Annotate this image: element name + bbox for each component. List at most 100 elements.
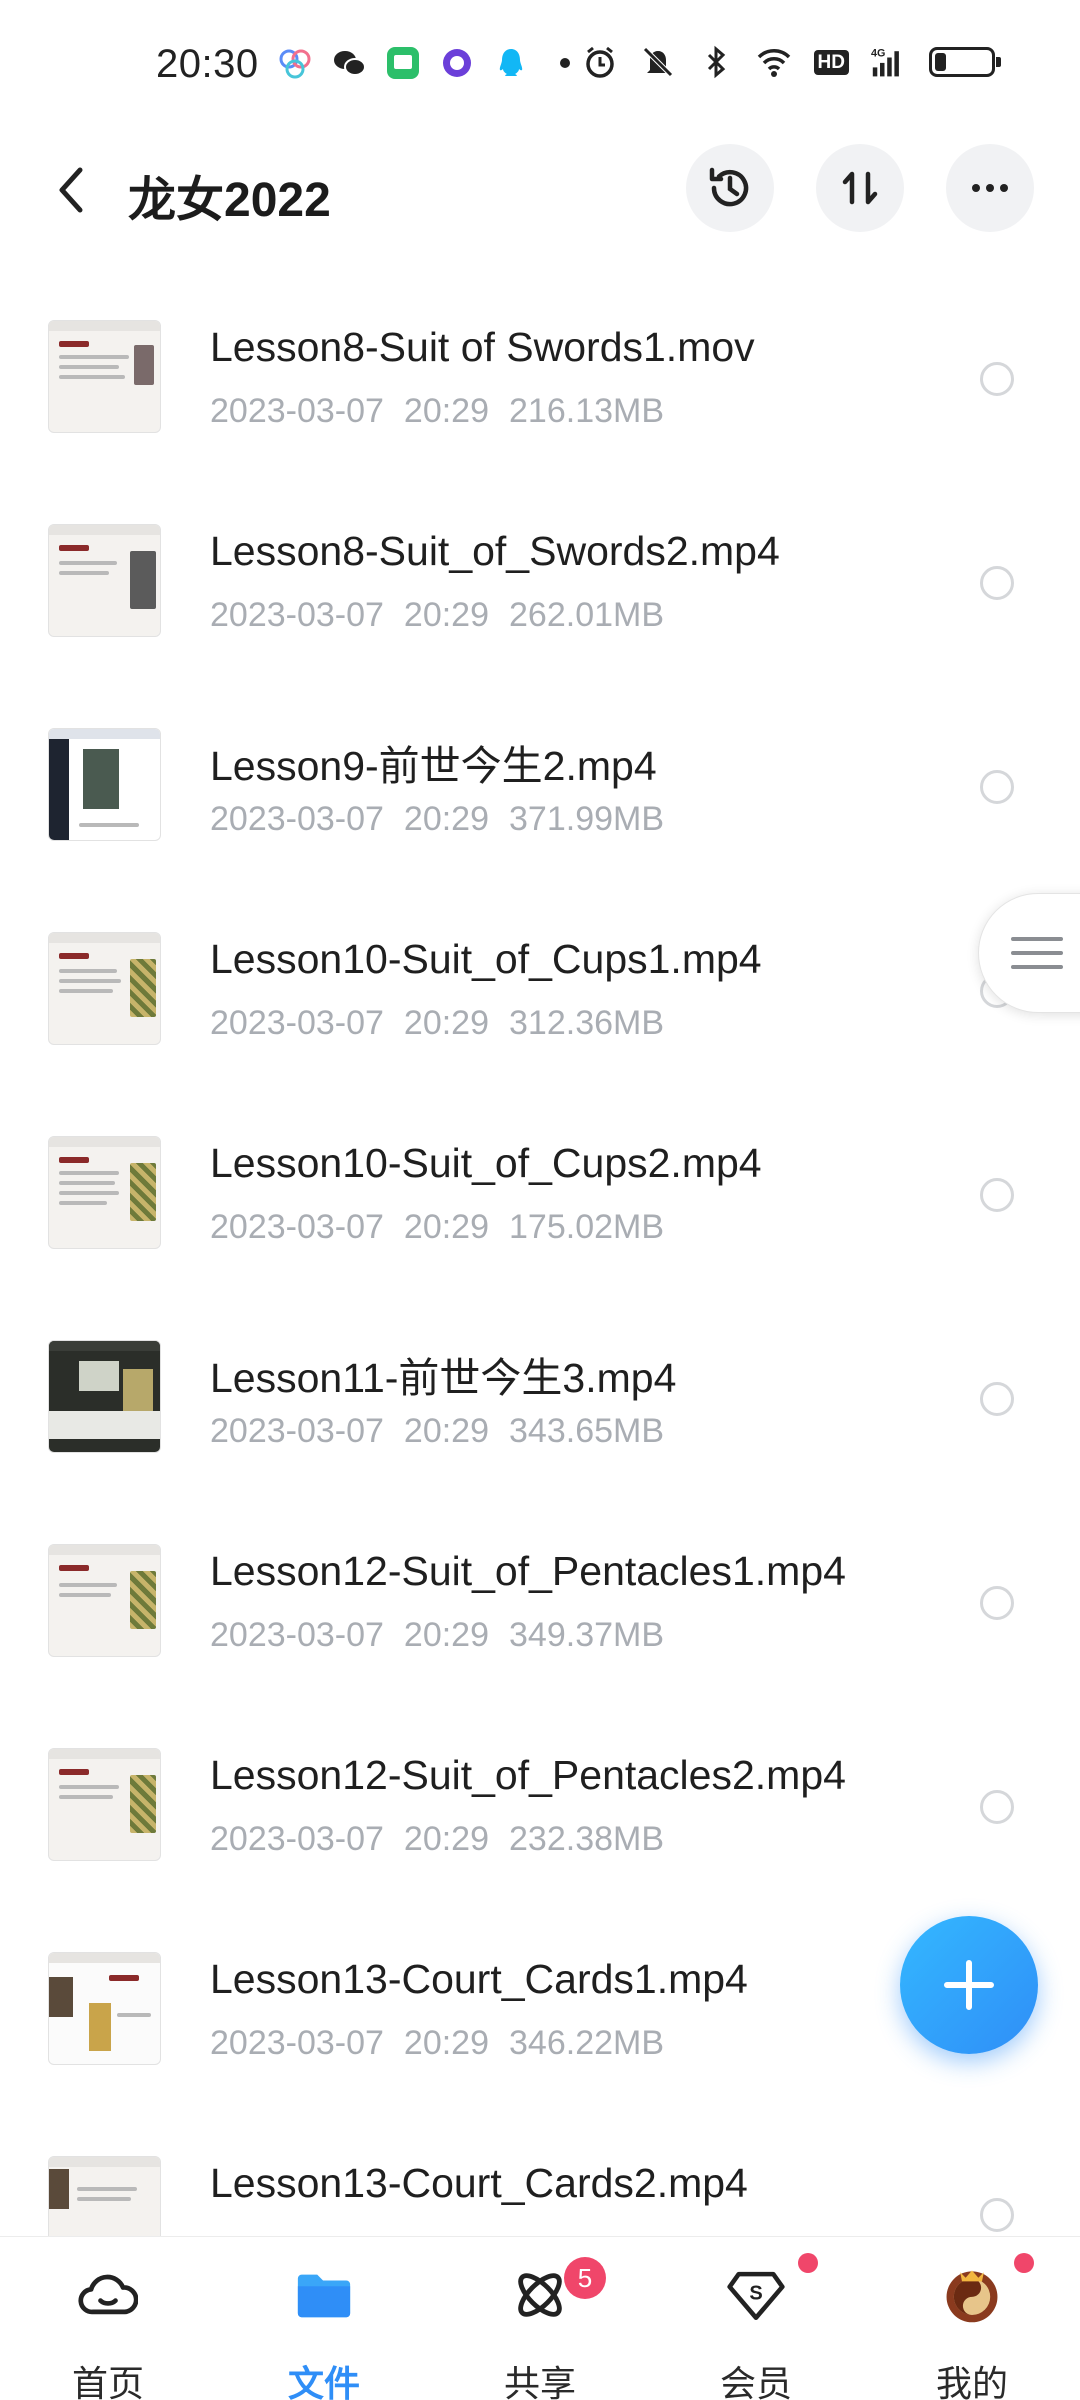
file-size: 262.01MB bbox=[509, 596, 665, 634]
file-row[interactable]: Lesson11-前世今生3.mp4 2023-03-07 20:29 343.65… bbox=[0, 1320, 1080, 1524]
add-button[interactable] bbox=[900, 1916, 1038, 2054]
file-date: 2023-03-07 bbox=[210, 1616, 384, 1654]
select-checkbox[interactable] bbox=[980, 770, 1014, 804]
folder-icon bbox=[294, 2265, 354, 2325]
file-name: Lesson13-Court_Cards1.mp4 bbox=[210, 1956, 748, 2002]
video-thumbnail bbox=[48, 932, 161, 1045]
select-checkbox[interactable] bbox=[980, 1178, 1014, 1212]
back-icon bbox=[59, 167, 83, 213]
file-meta: 2023-03-07 20:29 216.13MB bbox=[210, 392, 684, 431]
sort-button[interactable] bbox=[816, 144, 904, 232]
select-checkbox[interactable] bbox=[980, 1586, 1014, 1620]
video-thumbnail bbox=[48, 1340, 161, 1453]
select-checkbox[interactable] bbox=[980, 1382, 1014, 1416]
file-date: 2023-03-07 bbox=[210, 596, 384, 634]
notification-dot bbox=[798, 2253, 818, 2273]
video-thumbnail bbox=[48, 1952, 161, 2065]
select-checkbox[interactable] bbox=[980, 1790, 1014, 1824]
file-meta: 2023-03-07 20:29 343.65MB bbox=[210, 1412, 684, 1451]
avatar-icon bbox=[942, 2265, 1002, 2325]
file-date: 2023-03-07 bbox=[210, 1412, 384, 1450]
svg-text:4G: 4G bbox=[871, 48, 885, 60]
nav-item-home[interactable]: 首页 bbox=[0, 2237, 216, 2400]
app-notification-icon bbox=[279, 49, 311, 79]
file-meta: 2023-03-07 20:29 312.36MB bbox=[210, 1004, 684, 1043]
file-meta: 2023-03-07 20:29 175.02MB bbox=[210, 1208, 684, 1247]
file-meta: 2023-03-07 20:29 346.22MB bbox=[210, 2024, 684, 2063]
nav-label: 会员 bbox=[719, 2363, 792, 2400]
nav-label: 首页 bbox=[71, 2363, 144, 2400]
dot-icon bbox=[560, 58, 570, 68]
notification-dot bbox=[1014, 2253, 1034, 2273]
more-button[interactable] bbox=[946, 144, 1034, 232]
file-time: 20:29 bbox=[403, 1616, 490, 1654]
battery-level bbox=[935, 53, 946, 71]
file-row[interactable]: Lesson12-Suit_of_Pentacles2.mp4 2023-03-… bbox=[0, 1728, 1080, 1932]
hd-indicator: HD bbox=[813, 49, 849, 75]
nav-label: 文件 bbox=[287, 2363, 360, 2400]
notification-badge: 5 bbox=[564, 2257, 606, 2299]
battery-icon bbox=[929, 47, 1001, 77]
select-checkbox[interactable] bbox=[980, 362, 1014, 396]
share-atom-icon bbox=[510, 2265, 570, 2325]
file-size: 346.22MB bbox=[509, 2024, 665, 2062]
file-row[interactable]: Lesson8-Suit_of_Swords2.mp4 2023-03-07 20… bbox=[0, 504, 1080, 708]
file-row[interactable]: Lesson10-Suit_of_Cups2.mp4 2023-03-07 20:… bbox=[0, 1116, 1080, 1320]
select-checkbox[interactable] bbox=[980, 2198, 1014, 2232]
plus-icon bbox=[944, 1960, 994, 2010]
file-date: 2023-03-07 bbox=[210, 1208, 384, 1246]
file-date: 2023-03-07 bbox=[210, 1820, 384, 1858]
file-size: 232.38MB bbox=[509, 1820, 665, 1858]
wechat-icon bbox=[334, 51, 366, 76]
video-thumbnail bbox=[48, 320, 161, 433]
page-title: 龙女2022 bbox=[128, 174, 331, 227]
status-app-icons bbox=[278, 46, 582, 80]
file-name: Lesson12-Suit_of_Pentacles1.mp4 bbox=[210, 1548, 846, 1594]
file-date: 2023-03-07 bbox=[210, 1004, 384, 1042]
nav-label: 我的 bbox=[935, 2363, 1008, 2400]
video-thumbnail bbox=[48, 524, 161, 637]
file-row[interactable]: Lesson12-Suit_of_Pentacles1.mp4 2023-03-… bbox=[0, 1524, 1080, 1728]
back-button[interactable] bbox=[46, 158, 96, 222]
video-thumbnail bbox=[48, 1136, 161, 1249]
browser-app-icon bbox=[443, 49, 471, 77]
file-name: Lesson13-Court_Cards2.mp4 bbox=[210, 2160, 748, 2206]
file-name: Lesson10-Suit_of_Cups1.mp4 bbox=[210, 936, 762, 982]
file-meta: 2023-03-07 20:29 371.99MB bbox=[210, 800, 684, 839]
file-date: 2023-03-07 bbox=[210, 392, 384, 430]
status-time: 20:30 bbox=[156, 42, 259, 86]
file-time: 20:29 bbox=[403, 2024, 490, 2062]
file-name: Lesson12-Suit_of_Pentacles2.mp4 bbox=[210, 1752, 846, 1798]
vip-diamond-icon: S bbox=[726, 2265, 786, 2325]
system-status-icons: HD 4G bbox=[582, 44, 1001, 80]
nav-item-mine[interactable]: 我的 bbox=[864, 2237, 1080, 2400]
file-row[interactable]: Lesson10-Suit_of_Cups1.mp4 2023-03-07 20:… bbox=[0, 912, 1080, 1116]
file-row[interactable]: Lesson8-Suit of Swords1.mov 2023-03-07 20… bbox=[0, 300, 1080, 504]
wifi-icon bbox=[757, 49, 790, 77]
nav-item-files[interactable]: 文件 bbox=[216, 2237, 432, 2400]
history-button[interactable] bbox=[686, 144, 774, 232]
svg-text:S: S bbox=[749, 2283, 762, 2305]
cloud-home-icon bbox=[78, 2265, 138, 2325]
file-time: 20:29 bbox=[403, 392, 490, 430]
signal-icon: 4G bbox=[871, 48, 899, 77]
file-time: 20:29 bbox=[403, 1004, 490, 1042]
bottom-navigation: 首页 文件 5 共享 S 会员 我的 bbox=[0, 2236, 1080, 2400]
file-size: 349.37MB bbox=[509, 1616, 665, 1654]
file-size: 175.02MB bbox=[509, 1208, 665, 1246]
file-name: Lesson10-Suit_of_Cups2.mp4 bbox=[210, 1140, 762, 1186]
messaging-app-icon bbox=[387, 47, 419, 79]
file-row[interactable]: Lesson9-前世今生2.mp4 2023-03-07 20:29 371.99M… bbox=[0, 708, 1080, 912]
video-thumbnail bbox=[48, 1544, 161, 1657]
nav-item-vip[interactable]: S 会员 bbox=[648, 2237, 864, 2400]
bluetooth-icon bbox=[707, 45, 725, 79]
nav-item-share[interactable]: 5 共享 bbox=[432, 2237, 648, 2400]
file-meta: 2023-03-07 20:29 262.01MB bbox=[210, 596, 684, 635]
status-bar: 20:30 HD 4G bbox=[0, 0, 1080, 130]
file-date: 2023-03-07 bbox=[210, 800, 384, 838]
history-icon bbox=[709, 167, 749, 207]
file-time: 20:29 bbox=[403, 800, 490, 838]
select-checkbox[interactable] bbox=[980, 566, 1014, 600]
sort-icon bbox=[842, 171, 878, 205]
file-name: Lesson8-Suit_of_Swords2.mp4 bbox=[210, 528, 780, 574]
